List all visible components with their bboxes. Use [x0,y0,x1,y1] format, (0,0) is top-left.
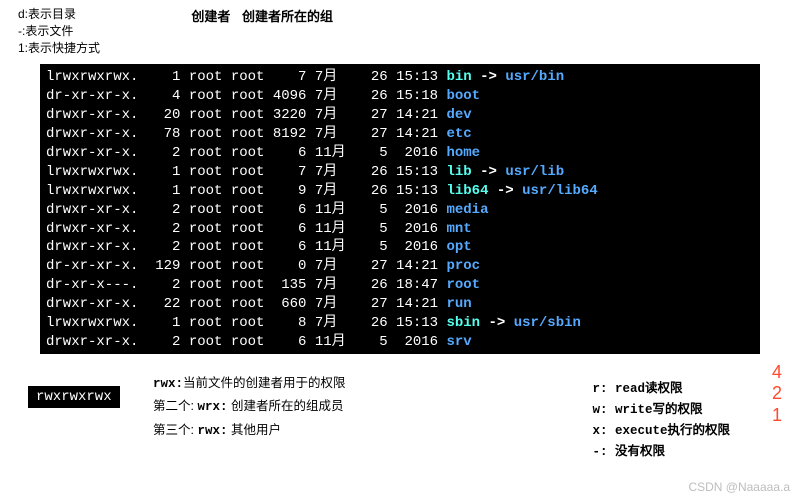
rwx-legend: r: read读权限 w: write写的权限 x: execute执行的权限 … [592,378,730,462]
header-creator: 创建者 [191,8,230,26]
bottom-explainer: rwxrwxrwx rwx:当前文件的创建者用于的权限 第二个: wrx: 创建… [0,372,800,443]
legend-one: 1:表示快捷方式 [18,40,188,57]
header-group: 创建者所在的组 [242,8,333,26]
legend-dash: -:表示文件 [18,23,188,40]
legend-d: d:表示目录 [18,6,188,23]
watermark: CSDN @Naaaaa.a [688,480,790,494]
red-annotations: 4 2 1 [772,362,782,427]
perm-example-pill: rwxrwxrwx [28,386,120,408]
top-legend: d:表示目录 -:表示文件 1:表示快捷方式 创建者 创建者所在的组 [0,0,800,56]
perm-desc: rwx:当前文件的创建者用于的权限 第二个: wrx: 创建者所在的组成员 第三… [153,372,346,443]
terminal-output: lrwxrwxrwx. 1 root root 7 7月 26 15:13 bi… [40,64,760,353]
